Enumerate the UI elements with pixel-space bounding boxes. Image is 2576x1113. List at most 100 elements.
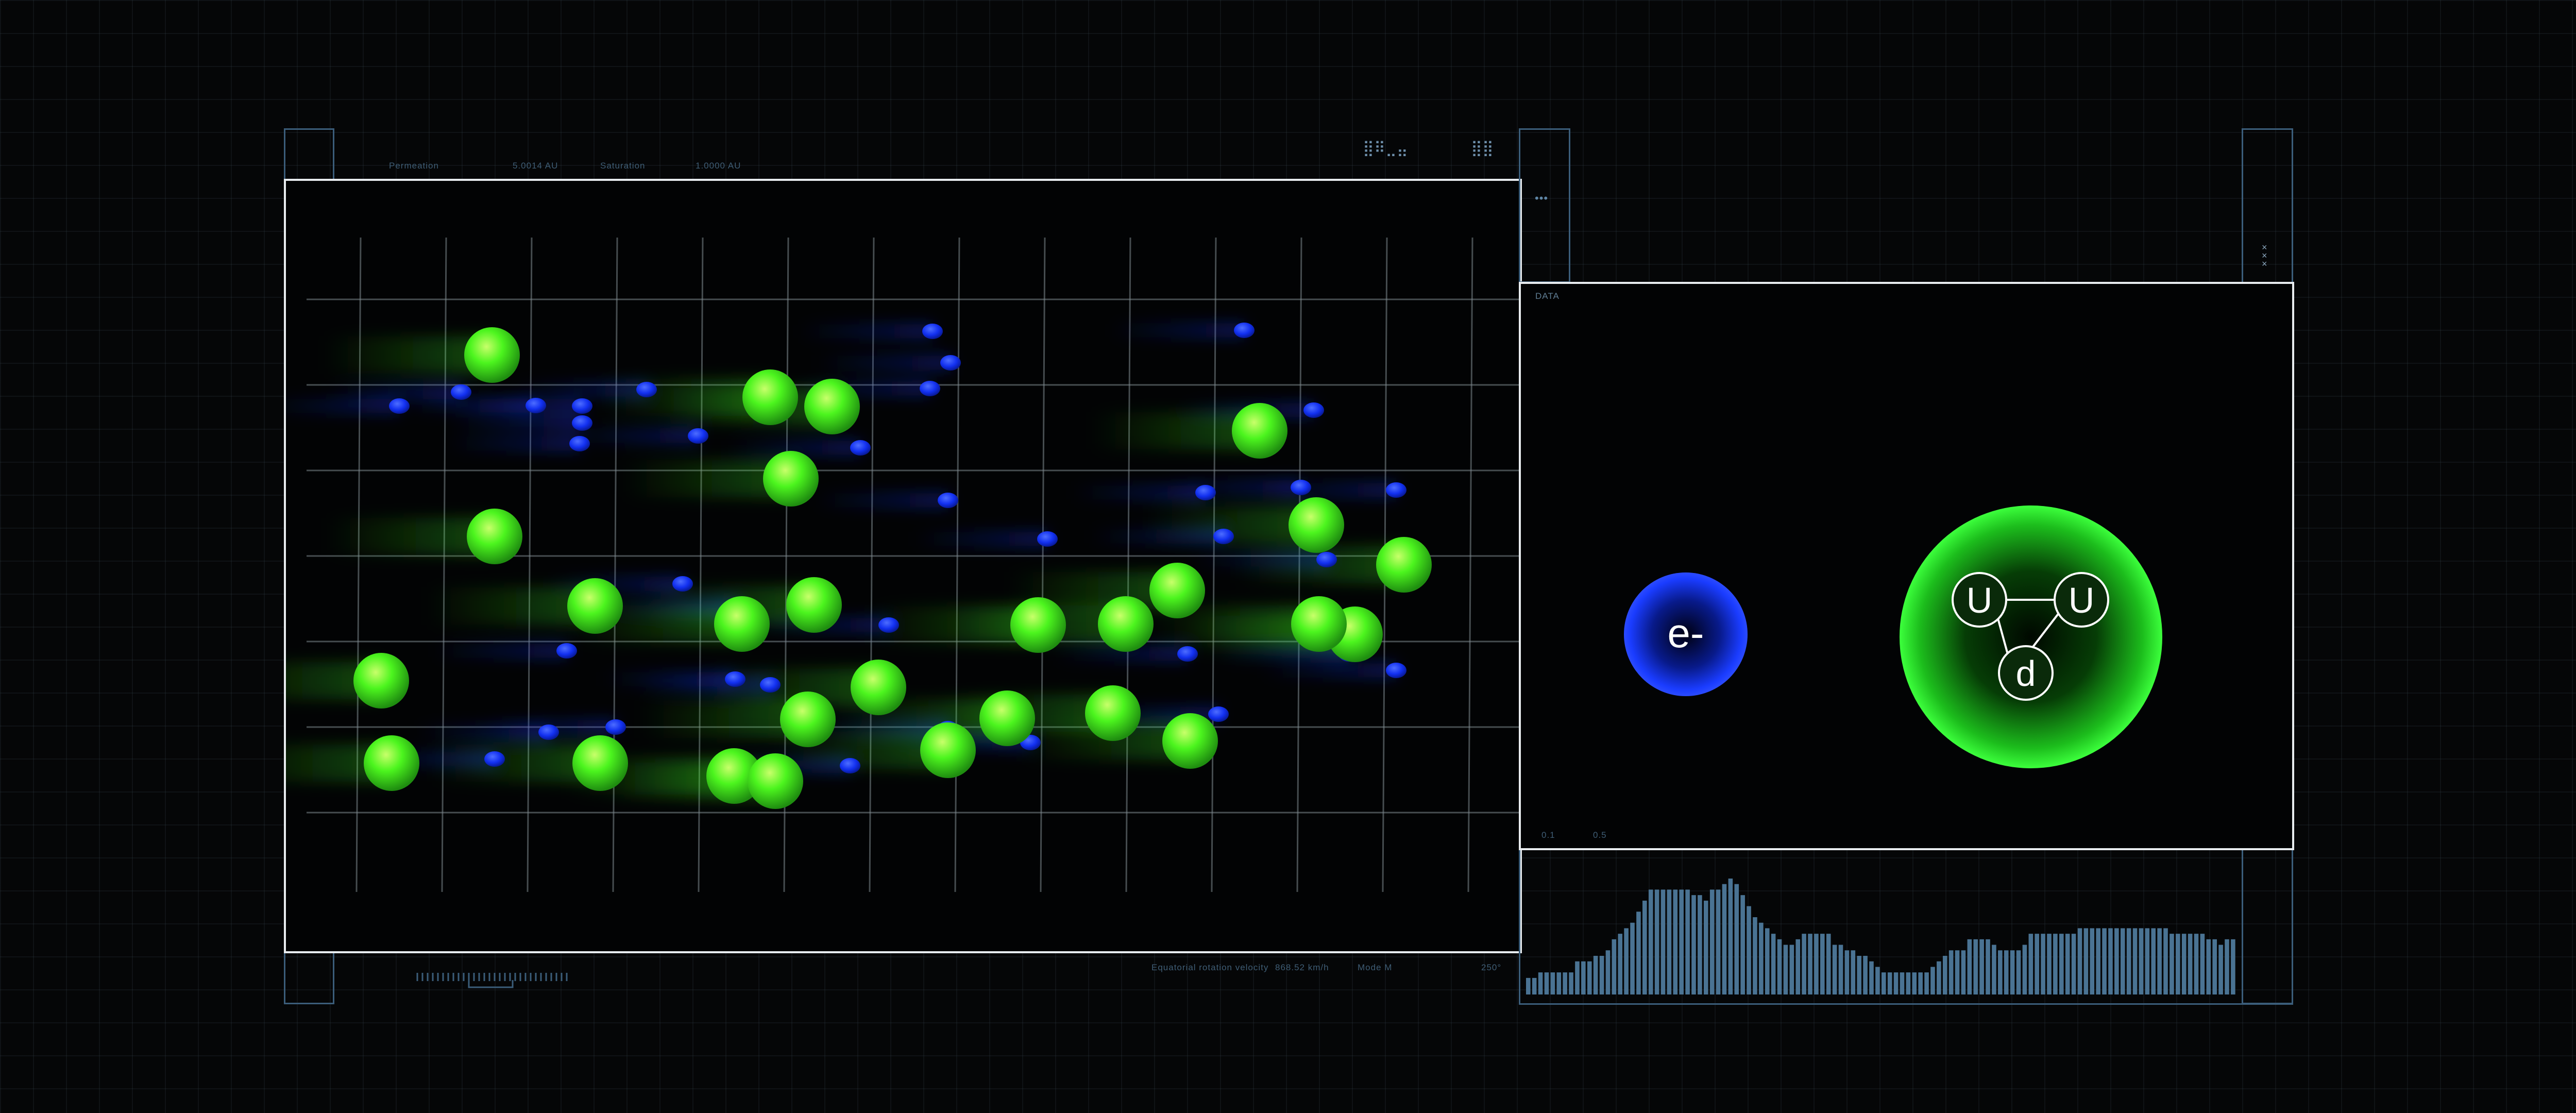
histogram-bar bbox=[1912, 972, 1917, 994]
histogram-bar bbox=[1795, 939, 1801, 994]
histogram-bar bbox=[2108, 928, 2113, 994]
horizontal-ruler[interactable] bbox=[415, 969, 569, 988]
histogram-bar bbox=[1716, 889, 1721, 994]
green-particle bbox=[1149, 563, 1205, 618]
histogram-bar bbox=[1832, 945, 1837, 994]
histogram-bar bbox=[1704, 900, 1708, 994]
blue-particle-trail bbox=[448, 399, 582, 413]
blue-particle bbox=[569, 436, 590, 451]
blue-particle bbox=[725, 671, 745, 687]
blue-particle bbox=[451, 384, 471, 400]
histogram-bar bbox=[2231, 939, 2235, 994]
histogram-bar bbox=[2170, 934, 2174, 994]
main-viewport[interactable] bbox=[284, 179, 1522, 953]
histogram-bar bbox=[2114, 928, 2119, 994]
histogram-bar bbox=[1777, 939, 1782, 994]
scale-label-2: 0.5 bbox=[1593, 830, 1607, 840]
blue-particle bbox=[672, 576, 693, 592]
green-particle bbox=[714, 596, 770, 652]
histogram-bar bbox=[1955, 950, 1960, 994]
histogram-bar bbox=[2035, 934, 2039, 994]
blue-particle bbox=[1291, 480, 1311, 495]
electron-particle[interactable]: e- bbox=[1621, 570, 1750, 699]
histogram-bar bbox=[1900, 972, 1905, 994]
blue-particle bbox=[850, 440, 871, 456]
histogram-bar bbox=[2041, 934, 2045, 994]
histogram-bar bbox=[1986, 939, 1990, 994]
histogram-bar bbox=[1642, 900, 1647, 994]
histogram-bar bbox=[1734, 884, 1739, 994]
quark-u-1-label: U bbox=[1967, 580, 1993, 620]
histogram-bar bbox=[1961, 950, 1966, 994]
histogram-bar bbox=[2225, 939, 2229, 994]
proton-particle[interactable]: U U d bbox=[1897, 503, 2165, 771]
data-panel[interactable]: DATA 0.1 0.5 e- U U d bbox=[1519, 282, 2294, 850]
green-particle bbox=[353, 653, 409, 709]
histogram-bar bbox=[1544, 972, 1549, 994]
histogram-bar bbox=[1630, 922, 1635, 994]
histogram-bar bbox=[1887, 972, 1892, 994]
green-particle bbox=[1289, 497, 1344, 553]
panel-dots[interactable]: ••• bbox=[1535, 192, 1548, 205]
blue-particle bbox=[1213, 529, 1234, 544]
histogram-bar bbox=[1838, 945, 1843, 994]
histogram-bar bbox=[1893, 972, 1899, 994]
velocity-value: 868.52 km/h bbox=[1275, 963, 1329, 972]
grid-line bbox=[1467, 237, 1473, 892]
green-particle bbox=[364, 735, 419, 791]
blue-particle-trail bbox=[636, 678, 770, 692]
histogram-bar bbox=[1771, 934, 1776, 994]
histogram-bar bbox=[2145, 928, 2150, 994]
histogram-bar bbox=[1550, 972, 1555, 994]
histogram-bar bbox=[1802, 934, 1806, 994]
histogram-bar bbox=[1851, 950, 1856, 994]
green-particle bbox=[1376, 537, 1432, 593]
blue-particle bbox=[688, 428, 708, 444]
histogram-bar bbox=[1924, 972, 1929, 994]
blue-particle bbox=[1037, 531, 1058, 547]
histogram-bar bbox=[1783, 945, 1788, 994]
histogram-bar bbox=[1740, 895, 1745, 994]
blue-particle bbox=[1386, 663, 1406, 678]
green-particle bbox=[979, 690, 1035, 746]
histogram-bar bbox=[2163, 928, 2168, 994]
histogram-bar bbox=[1747, 906, 1751, 994]
histogram-bar bbox=[1882, 972, 1886, 994]
histogram-bar bbox=[2139, 928, 2144, 994]
header-value-saturation: 1.0000 AU bbox=[696, 161, 741, 171]
green-particle bbox=[1291, 596, 1347, 652]
histogram-bar bbox=[1618, 934, 1623, 994]
ruler-ticks bbox=[416, 973, 568, 988]
histogram-bar bbox=[1967, 939, 1972, 994]
blue-particle bbox=[922, 324, 943, 339]
blue-particle bbox=[840, 758, 860, 773]
histogram-bar bbox=[2004, 950, 2009, 994]
green-particle bbox=[851, 660, 906, 715]
green-particle bbox=[1085, 685, 1141, 741]
electron-label: e- bbox=[1667, 610, 1704, 656]
histogram-bar bbox=[1698, 895, 1702, 994]
angle-value: 250° bbox=[1481, 963, 1502, 972]
blue-particle-trail bbox=[286, 399, 399, 413]
blue-particle bbox=[636, 382, 657, 397]
blue-particle-trail bbox=[327, 385, 461, 399]
quark-u-2-label: U bbox=[2069, 580, 2095, 620]
histogram-bar bbox=[1814, 934, 1819, 994]
histogram-bar bbox=[2206, 939, 2211, 994]
blue-particle bbox=[1303, 402, 1324, 418]
histogram-bar bbox=[2077, 928, 2082, 994]
header-glyph-a: ⣿⠿⣀⣤ bbox=[1363, 140, 1408, 157]
histogram-bar bbox=[1679, 889, 1684, 994]
header-value-permeation: 5.0014 AU bbox=[513, 161, 558, 171]
histogram-bar bbox=[2181, 934, 2187, 994]
histogram-bar bbox=[1722, 884, 1727, 994]
histogram-bar bbox=[1556, 972, 1562, 994]
histogram-bar bbox=[1948, 950, 1954, 994]
grid-line bbox=[954, 237, 960, 892]
histogram-bar bbox=[1869, 961, 1874, 994]
blue-particle-trail bbox=[814, 493, 948, 508]
green-particle bbox=[467, 509, 522, 564]
close-icon[interactable]: × × × bbox=[2262, 243, 2267, 268]
blue-particle-trail bbox=[799, 324, 933, 339]
blue-particle bbox=[1316, 552, 1337, 567]
